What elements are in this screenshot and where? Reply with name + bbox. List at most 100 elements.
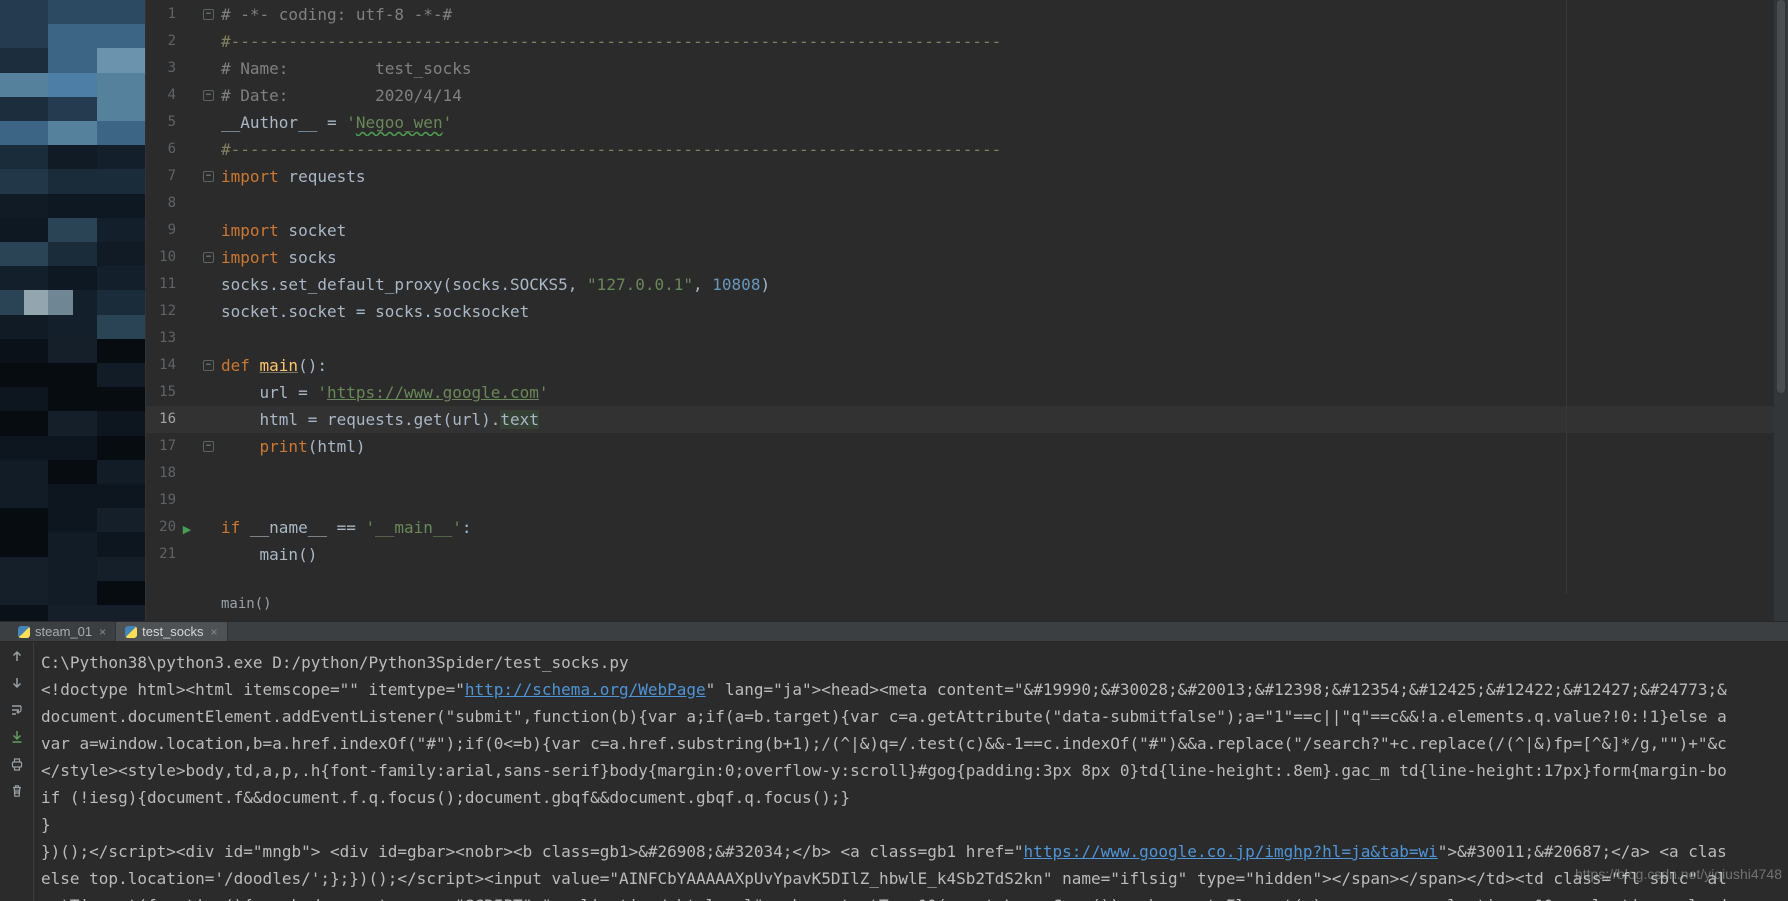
line-number[interactable]: 20 bbox=[146, 514, 176, 541]
line-number[interactable]: 19 bbox=[146, 487, 176, 514]
fold-column: − bbox=[198, 82, 221, 109]
line-number[interactable]: 4 bbox=[146, 82, 176, 109]
code-area[interactable]: 1−# -*- coding: utf-8 -*-#2#------------… bbox=[146, 1, 1774, 568]
line-number[interactable]: 5 bbox=[146, 109, 176, 136]
tab-steam-01[interactable]: steam_01 × bbox=[9, 622, 116, 641]
line-number[interactable]: 10 bbox=[146, 244, 176, 271]
line-number[interactable]: 15 bbox=[146, 379, 176, 406]
line-number[interactable]: 16 bbox=[146, 406, 176, 433]
gutter-space bbox=[176, 55, 198, 82]
code-text[interactable]: def main(): bbox=[221, 352, 1774, 379]
console-text: var a=window.location,b=a.href.indexOf("… bbox=[41, 734, 1727, 753]
gutter-space bbox=[176, 352, 198, 379]
line-number[interactable]: 1 bbox=[146, 1, 176, 28]
fold-column: − bbox=[198, 163, 221, 190]
python-file-icon bbox=[18, 626, 30, 638]
tab-label: test_socks bbox=[142, 624, 203, 639]
line-number[interactable]: 12 bbox=[146, 298, 176, 325]
fold-icon[interactable]: − bbox=[203, 9, 214, 20]
line-number[interactable]: 21 bbox=[146, 541, 176, 568]
gutter-space bbox=[176, 298, 198, 325]
code-text[interactable]: __Author__ = 'Negoo_wen' bbox=[221, 109, 1774, 136]
line-number[interactable]: 7 bbox=[146, 163, 176, 190]
down-stack-icon[interactable] bbox=[7, 675, 27, 691]
line-number[interactable]: 18 bbox=[146, 460, 176, 487]
editor[interactable]: 1−# -*- coding: utf-8 -*-#2#------------… bbox=[146, 0, 1788, 621]
fold-icon[interactable]: − bbox=[203, 252, 214, 263]
fold-icon[interactable]: − bbox=[203, 171, 214, 182]
line-number[interactable]: 6 bbox=[146, 136, 176, 163]
code-text[interactable]: # -*- coding: utf-8 -*-# bbox=[221, 1, 1774, 28]
soft-wrap-icon[interactable] bbox=[7, 702, 27, 718]
error-stripe bbox=[1774, 0, 1788, 621]
code-text[interactable]: #---------------------------------------… bbox=[221, 28, 1774, 55]
code-text[interactable]: import socks bbox=[221, 244, 1774, 271]
fold-column: − bbox=[198, 433, 221, 460]
line-number[interactable]: 11 bbox=[146, 271, 176, 298]
code-text[interactable]: import socket bbox=[221, 217, 1774, 244]
code-text[interactable]: #---------------------------------------… bbox=[221, 136, 1774, 163]
tab-test-socks[interactable]: test_socks × bbox=[116, 622, 227, 641]
editor-scrollbar[interactable] bbox=[1777, 0, 1785, 393]
code-text[interactable] bbox=[221, 190, 1774, 217]
gutter-space bbox=[176, 433, 198, 460]
code-text[interactable]: # Name: test_socks bbox=[221, 55, 1774, 82]
console-line: C:\Python38\python3.exe D:/python/Python… bbox=[41, 649, 1788, 676]
line-number[interactable]: 9 bbox=[146, 217, 176, 244]
code-line: 21 main() bbox=[146, 541, 1774, 568]
code-text[interactable]: url = 'https://www.google.com' bbox=[221, 379, 1774, 406]
console-line: setTimeout(function(){var b=document;var… bbox=[41, 892, 1788, 901]
up-stack-icon[interactable] bbox=[7, 648, 27, 664]
console-output[interactable]: C:\Python38\python3.exe D:/python/Python… bbox=[35, 643, 1788, 901]
fold-column bbox=[198, 109, 221, 136]
console-toolbar bbox=[0, 643, 34, 901]
code-text[interactable]: import requests bbox=[221, 163, 1774, 190]
run-line-icon[interactable]: ▶ bbox=[176, 514, 198, 541]
fold-column bbox=[198, 487, 221, 514]
fold-column bbox=[198, 217, 221, 244]
clear-console-icon[interactable] bbox=[7, 783, 27, 799]
ide-window: 1−# -*- coding: utf-8 -*-#2#------------… bbox=[0, 0, 1788, 901]
code-line: 12 socket.socket = socks.socksocket bbox=[146, 298, 1774, 325]
code-text[interactable]: html = requests.get(url).text bbox=[221, 406, 1774, 433]
scroll-end-icon[interactable] bbox=[7, 729, 27, 745]
fold-column bbox=[198, 325, 221, 352]
code-text[interactable]: socks.set_default_proxy(socks.SOCKS5, "1… bbox=[221, 271, 1774, 298]
code-line: 11 socks.set_default_proxy(socks.SOCKS5, … bbox=[146, 271, 1774, 298]
code-text[interactable]: print(html) bbox=[221, 433, 1774, 460]
line-number[interactable]: 17 bbox=[146, 433, 176, 460]
close-tab-icon[interactable]: × bbox=[99, 625, 106, 639]
console-text: })();</script><div id="mngb"> <div id=gb… bbox=[41, 842, 1024, 861]
code-line: 4 −# Date: 2020/4/14 bbox=[146, 82, 1774, 109]
code-text[interactable] bbox=[221, 325, 1774, 352]
console-text: " lang="ja"><head><meta content="&#19990… bbox=[706, 680, 1727, 699]
close-tab-icon[interactable]: × bbox=[211, 625, 218, 639]
fold-column bbox=[198, 136, 221, 163]
console-link[interactable]: http://schema.org/WebPage bbox=[465, 680, 706, 699]
console-text: ">&#30011;&#20687;</a> <a clas bbox=[1438, 842, 1727, 861]
line-number[interactable]: 13 bbox=[146, 325, 176, 352]
console-text: if (!iesg){document.f&&document.f.q.focu… bbox=[41, 788, 850, 807]
line-number[interactable]: 8 bbox=[146, 190, 176, 217]
code-line: 5 __Author__ = 'Negoo_wen' bbox=[146, 109, 1774, 136]
line-number[interactable]: 2 bbox=[146, 28, 176, 55]
gutter-space bbox=[176, 325, 198, 352]
project-panel-blurred bbox=[0, 0, 145, 621]
fold-icon[interactable]: − bbox=[203, 441, 214, 452]
code-text[interactable]: if __name__ == '__main__': bbox=[221, 514, 1774, 541]
code-text[interactable] bbox=[221, 460, 1774, 487]
code-text[interactable]: # Date: 2020/4/14 bbox=[221, 82, 1774, 109]
console-link[interactable]: https://www.google.co.jp/imghp?hl=ja&tab… bbox=[1024, 842, 1438, 861]
code-line: 10 −import socks bbox=[146, 244, 1774, 271]
line-number[interactable]: 14 bbox=[146, 352, 176, 379]
code-text[interactable]: main() bbox=[221, 541, 1774, 568]
run-triangle-icon[interactable]: ▶ bbox=[183, 523, 191, 536]
print-icon[interactable] bbox=[7, 756, 27, 772]
code-text[interactable]: socket.socket = socks.socksocket bbox=[221, 298, 1774, 325]
panel-splitter[interactable] bbox=[145, 0, 146, 621]
gutter-space bbox=[176, 244, 198, 271]
fold-icon[interactable]: − bbox=[203, 360, 214, 371]
code-text[interactable] bbox=[221, 487, 1774, 514]
line-number[interactable]: 3 bbox=[146, 55, 176, 82]
fold-icon[interactable]: − bbox=[203, 90, 214, 101]
